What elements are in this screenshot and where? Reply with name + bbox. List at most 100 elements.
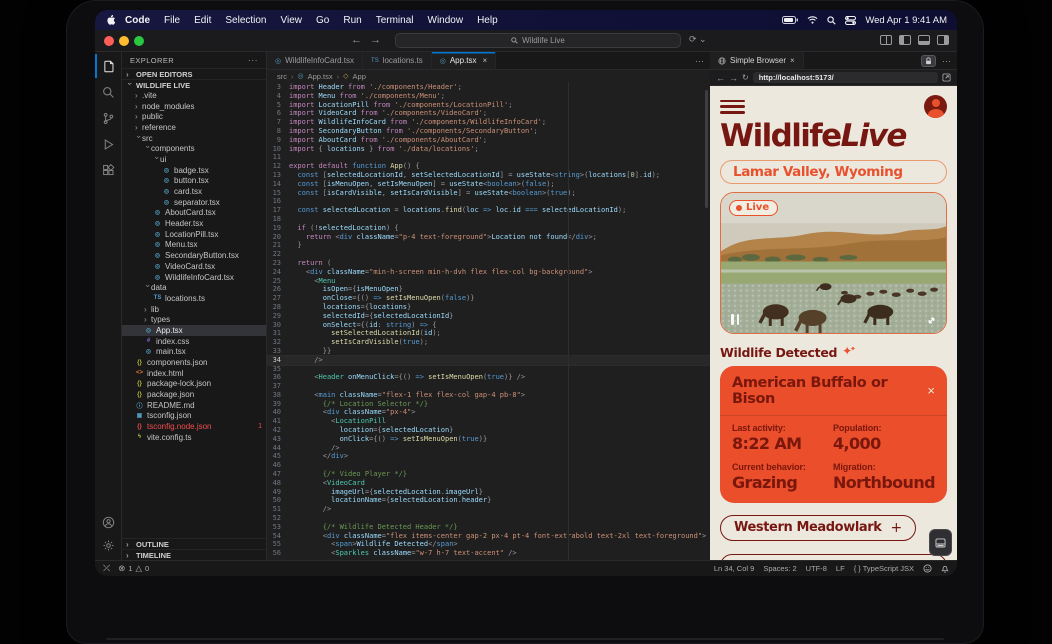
code-line[interactable]: 30 onSelect={(id: string) => { (267, 321, 710, 330)
tree-item-tsconfig.json[interactable]: ▣tsconfig.json (122, 411, 266, 422)
problems-indicator[interactable]: ⊗1 △0 (118, 563, 149, 574)
code-line[interactable]: 18 (267, 215, 710, 224)
tree-item-separator.tsx[interactable]: ◎separator.tsx (122, 197, 266, 208)
open-editors-section[interactable]: › OPEN EDITORS (122, 68, 266, 79)
avatar[interactable] (924, 95, 947, 118)
bell-icon[interactable] (941, 564, 949, 573)
url-input[interactable]: http://localhost:5173/ (753, 72, 938, 83)
tree-item-vite.config.ts[interactable]: ϟvite.config.ts (122, 432, 266, 443)
menubar-item-view[interactable]: View (274, 15, 310, 26)
code-line[interactable]: 37 (267, 382, 710, 391)
spotlight-search-icon[interactable] (827, 16, 836, 25)
menubar-item-window[interactable]: Window (421, 15, 471, 26)
tree-item-README.md[interactable]: ⓘREADME.md (122, 400, 266, 411)
code-line[interactable]: 39 {/* Location Selector */} (267, 400, 710, 409)
menubar-item-go[interactable]: Go (309, 15, 336, 26)
code-line[interactable]: 29 selectedId={selectedLocationId} (267, 312, 710, 321)
tree-item-locations.ts[interactable]: TSlocations.ts (122, 293, 266, 304)
menubar-item-selection[interactable]: Selection (218, 15, 273, 26)
code-line[interactable]: 27 onClose={() => setIsMenuOpen(false)} (267, 294, 710, 303)
account-icon[interactable] (95, 510, 122, 534)
tree-item-ui[interactable]: ›ui (122, 154, 266, 165)
video-card[interactable]: Live (720, 192, 947, 334)
tree-item-WildlifeInfoCard.tsx[interactable]: ◎WildlifeInfoCard.tsx (122, 272, 266, 283)
tree-item-node_modules[interactable]: ›node_modules (122, 101, 266, 112)
tree-item-Menu.tsx[interactable]: ◎Menu.tsx (122, 240, 266, 251)
menubar-item-edit[interactable]: Edit (187, 15, 218, 26)
tree-item-index.css[interactable]: #index.css (122, 336, 266, 347)
toggle-panel-icon[interactable] (918, 35, 930, 45)
code-line[interactable]: 33 }} (267, 347, 710, 356)
tree-item-public[interactable]: ›public (122, 111, 266, 122)
code-area[interactable]: 3import Header from './components/Header… (267, 82, 710, 560)
explorer-icon[interactable] (95, 54, 122, 78)
code-line[interactable]: 41 <LocationPill (267, 417, 710, 426)
command-center-search[interactable]: Wildlife Live (395, 33, 681, 48)
code-line[interactable]: 51 /> (267, 505, 710, 514)
code-line[interactable]: 24 <div className="min-h-screen min-h-dv… (267, 268, 710, 277)
editor-tab-WildlifeInfoCard.tsx[interactable]: ◎WildlifeInfoCard.tsx (267, 52, 363, 69)
status-item[interactable]: UTF-8 (806, 564, 827, 573)
close-window-button[interactable] (104, 36, 114, 46)
code-line[interactable]: 16 (267, 197, 710, 206)
code-line[interactable]: 50 locationName={selectedLocation.header… (267, 496, 710, 505)
code-line[interactable]: 6import VideoCard from './components/Vid… (267, 109, 710, 118)
editor-scrollbar[interactable] (705, 90, 708, 208)
pause-icon[interactable] (731, 314, 739, 325)
tree-item-SecondaryButton.tsx[interactable]: ◎SecondaryButton.tsx (122, 250, 266, 261)
expand-icon[interactable] (926, 315, 937, 326)
remote-indicator[interactable]: ⤫ (103, 563, 110, 574)
code-line[interactable]: 48 <VideoCard (267, 479, 710, 488)
code-line[interactable]: 15 const [isCardVisible, setIsCardVisibl… (267, 189, 710, 198)
code-line[interactable]: 32 setIsCardVisible(true); (267, 338, 710, 347)
info-card-close-icon[interactable]: × (927, 384, 935, 397)
tree-item-main.tsx[interactable]: ◎main.tsx (122, 347, 266, 358)
menubar-item-code[interactable]: Code (118, 15, 157, 26)
code-line[interactable]: 46 (267, 461, 710, 470)
editor-tab-App.tsx[interactable]: ◎App.tsx× (432, 52, 496, 69)
code-line[interactable]: 20 return <div className="p-4 text-foreg… (267, 233, 710, 242)
code-line[interactable]: 17 const selectedLocation = locations.fi… (267, 206, 710, 215)
code-line[interactable]: 40 <div className="px-4"> (267, 408, 710, 417)
browser-back-icon[interactable]: ← (716, 73, 725, 83)
tree-item-package-lock.json[interactable]: {}package-lock.json (122, 379, 266, 390)
code-line[interactable]: 4import Menu from './components/Menu'; (267, 92, 710, 101)
toggle-secondary-sidebar-icon[interactable] (937, 35, 949, 45)
code-line[interactable]: 43 onClick={() => setIsMenuOpen(true)} (267, 435, 710, 444)
status-item[interactable]: LF (836, 564, 845, 573)
lock-icon[interactable] (921, 55, 936, 67)
timeline-section[interactable]: › TIMELINE (122, 549, 266, 560)
close-tab-icon[interactable]: × (790, 56, 795, 65)
browser-reload-icon[interactable]: ↻ (742, 73, 749, 82)
code-line[interactable]: 26 isOpen={isMenuOpen} (267, 285, 710, 294)
code-line[interactable]: 38 <main className="flex-1 flex flex-col… (267, 391, 710, 400)
menubar-clock[interactable]: Wed Apr 1 9:41 AM (865, 15, 947, 26)
toggle-sidebar-icon[interactable] (899, 35, 911, 45)
code-line[interactable]: 5import LocationPill from './components/… (267, 101, 710, 110)
code-line[interactable]: 13 const [selectedLocationId, setSelecte… (267, 171, 710, 180)
code-line[interactable]: 23 return ( (267, 259, 710, 268)
code-line[interactable]: 21 } (267, 241, 710, 250)
tree-item-src[interactable]: ›src (122, 133, 266, 144)
history-nav-arrows[interactable]: ←→ (351, 34, 389, 46)
zoom-window-button[interactable] (134, 36, 144, 46)
tree-item-types[interactable]: ›types (122, 314, 266, 325)
tree-item-.vite[interactable]: ›.vite (122, 90, 266, 101)
explorer-more-icon[interactable]: ··· (248, 55, 258, 65)
tree-item-VideoCard.tsx[interactable]: ◎VideoCard.tsx (122, 261, 266, 272)
code-line[interactable]: 45 </div> (267, 452, 710, 461)
menubar-item-run[interactable]: Run (336, 15, 368, 26)
source-control-icon[interactable] (95, 106, 122, 130)
control-center-icon[interactable] (845, 16, 856, 25)
feedback-icon[interactable] (923, 564, 932, 573)
tree-item-components[interactable]: ›components (122, 143, 266, 154)
menubar-item-terminal[interactable]: Terminal (369, 15, 421, 26)
breadcrumb[interactable]: src› ◎ App.tsx› ◇ App (267, 70, 710, 82)
open-external-icon[interactable] (942, 73, 951, 82)
code-line[interactable]: 12export default function App() { (267, 162, 710, 171)
menubar-item-help[interactable]: Help (470, 15, 505, 26)
run-debug-icon[interactable] (95, 132, 122, 156)
tree-item-button.tsx[interactable]: ◎button.tsx (122, 176, 266, 187)
hamburger-menu-icon[interactable] (720, 100, 745, 114)
code-line[interactable]: 49 imageUrl={selectedLocation.imageUrl} (267, 488, 710, 497)
